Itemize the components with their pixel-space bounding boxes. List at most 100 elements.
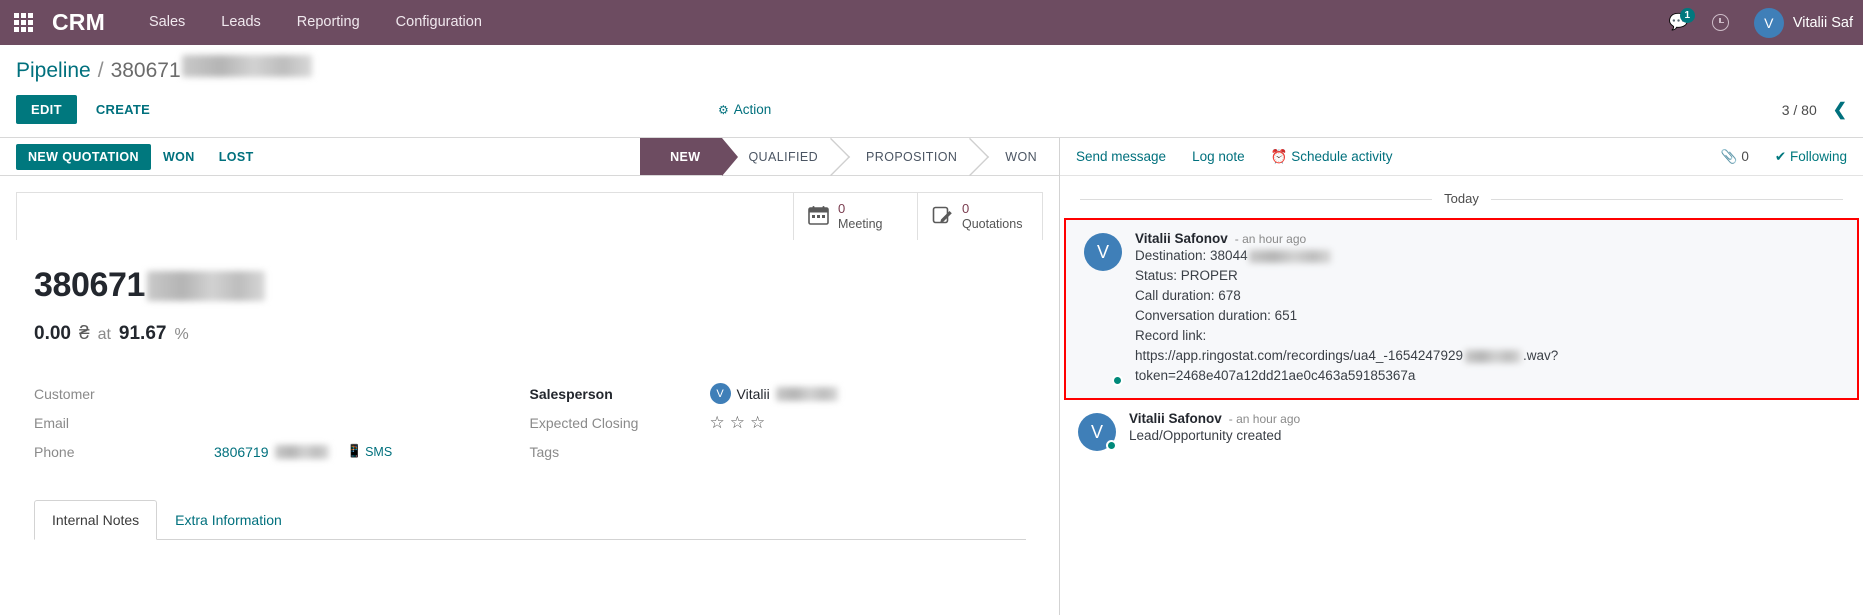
tab-internal-notes[interactable]: Internal Notes xyxy=(34,500,158,540)
chatter-pane: Send message Log note ⏰ Schedule activit… xyxy=(1060,138,1863,615)
message-line-conversation-duration: Conversation duration: 651 xyxy=(1135,308,1298,323)
message-author: Vitalii Safonov xyxy=(1129,411,1222,426)
calendar-icon xyxy=(808,205,829,229)
messages-button[interactable]: 💬 1 xyxy=(1658,0,1700,45)
breadcrumb-current: 380671 xyxy=(110,59,181,82)
currency-symbol: ₴ xyxy=(78,323,90,344)
field-salesperson: Salesperson V Vitalii xyxy=(530,379,1026,408)
field-tags-label: Tags xyxy=(529,443,560,460)
at-word: at xyxy=(97,326,111,343)
create-button[interactable]: CREATE xyxy=(83,95,163,124)
probability-value: 91.67 xyxy=(118,323,167,344)
message-timestamp: - an hour ago xyxy=(1228,412,1301,426)
record-amount-row: 0.00 ₴ at 91.67 % xyxy=(34,323,1025,345)
smart-button-quotations-value: 0 xyxy=(962,201,970,217)
breadcrumb-pipeline[interactable]: Pipeline xyxy=(16,59,91,83)
schedule-activity-button[interactable]: ⏰ Schedule activity xyxy=(1271,149,1393,165)
check-icon: ✔ xyxy=(1774,148,1787,164)
sms-link[interactable]: 📱 SMS xyxy=(347,444,393,459)
attachment-button[interactable]: 📎 0 xyxy=(1721,149,1749,165)
star-icon-2[interactable]: ☆ xyxy=(730,413,745,433)
field-customer-label: Customer xyxy=(34,385,95,402)
send-message-button[interactable]: Send message xyxy=(1076,149,1166,164)
record-url-part1: https://app.ringostat.com/recordings/ua4… xyxy=(1135,348,1463,363)
field-tags: Tags xyxy=(530,437,1026,466)
smart-button-meeting[interactable]: 0 Meeting xyxy=(794,193,918,240)
redacted-breadcrumb-region xyxy=(181,55,312,77)
message-record-url-line-1[interactable]: https://app.ringostat.com/recordings/ua4… xyxy=(1135,346,1841,366)
status-button-new-quotation[interactable]: NEW QUOTATION xyxy=(16,143,151,170)
message-content: Vitalii Safonov - an hour ago Destinatio… xyxy=(1135,231,1841,386)
statusbar: NEW QUOTATION WON LOST NEW QUALIFIED PRO… xyxy=(0,138,1059,176)
clock-icon xyxy=(1712,14,1730,31)
action-menu[interactable]: ⚙ Action xyxy=(718,102,771,117)
schedule-activity-label: Schedule activity xyxy=(1291,148,1393,164)
menu-configuration[interactable]: Configuration xyxy=(378,0,500,45)
record-body: 380671 0.00 ₴ at 91.67 % Customer Email xyxy=(0,240,1059,466)
message-record-url-line-2[interactable]: token=2468e407a12dd21ae0c463a59185367a xyxy=(1135,366,1841,386)
record-url-part2: .wav? xyxy=(1522,348,1559,363)
breadcrumb: Pipeline / 380671 xyxy=(16,45,1847,83)
chevron-left-icon[interactable]: ❮ xyxy=(1833,101,1847,118)
menu-sales[interactable]: Sales xyxy=(131,0,203,45)
menu-reporting[interactable]: Reporting xyxy=(279,0,378,45)
avatar: V xyxy=(1753,7,1784,38)
clock-icon: ⏰ xyxy=(1270,148,1288,164)
gear-icon: ⚙ xyxy=(718,102,729,117)
following-button[interactable]: ✔ Following xyxy=(1775,149,1847,165)
expected-revenue-value: 0.00 xyxy=(34,323,71,344)
day-separator-label: Today xyxy=(1432,191,1491,206)
smart-button-meeting-label: Meeting xyxy=(838,216,883,231)
menu-leads[interactable]: Leads xyxy=(203,0,279,45)
percent-symbol: % xyxy=(174,326,189,343)
field-phone: Phone 3806719 📱 SMS xyxy=(34,437,530,466)
edit-button[interactable]: EDIT xyxy=(16,95,77,124)
paperclip-icon: 📎 xyxy=(1720,148,1738,164)
stage-won[interactable]: WON xyxy=(979,138,1059,175)
stage-new[interactable]: NEW xyxy=(640,138,739,176)
field-expected-closing: Expected Closing ☆ ☆ ☆ xyxy=(530,408,1026,437)
message-timestamp: - an hour ago xyxy=(1234,232,1307,246)
chatter-toolbar: Send message Log note ⏰ Schedule activit… xyxy=(1060,138,1863,176)
sms-label: SMS xyxy=(365,444,393,459)
presence-online-icon xyxy=(1106,440,1117,451)
message-destination-text: Destination: 38044 xyxy=(1135,248,1248,263)
field-salesperson-value[interactable]: V Vitalii xyxy=(709,383,838,404)
status-button-lost[interactable]: LOST xyxy=(207,144,266,170)
presence-online-icon xyxy=(1112,375,1123,386)
field-salesperson-label: Salesperson xyxy=(529,385,613,402)
star-icon-3[interactable]: ☆ xyxy=(750,413,765,433)
quotation-icon xyxy=(932,205,953,229)
page-title: 380671 xyxy=(34,266,1025,305)
tab-extra-information[interactable]: Extra Information xyxy=(157,500,300,540)
star-icon-1[interactable]: ☆ xyxy=(710,413,725,433)
stage-qualified[interactable]: QUALIFIED xyxy=(722,138,840,175)
notebook-tabs: Internal Notes Extra Information xyxy=(34,500,1026,540)
field-email: Email xyxy=(34,408,530,437)
form-column-left: Customer Email Phone 3806719 📱 SMS xyxy=(34,379,530,466)
record-title-text: 380671 xyxy=(34,266,146,304)
smart-button-quotations[interactable]: 0 Quotations xyxy=(918,193,1042,240)
redacted-title-region xyxy=(147,270,266,301)
message-author: Vitalii Safonov xyxy=(1135,231,1228,246)
chatter-message: V Vitalii Safonov - an hour ago Destinat… xyxy=(1064,218,1859,400)
field-phone-label: Phone xyxy=(34,443,75,460)
message-avatar-wrap: V xyxy=(1078,411,1117,451)
priority-stars[interactable]: ☆ ☆ ☆ xyxy=(710,413,766,433)
field-phone-value[interactable]: 3806719 📱 SMS xyxy=(214,444,392,460)
apps-grid-icon[interactable] xyxy=(0,0,46,45)
redacted-phone-region xyxy=(274,444,329,459)
redacted-destination-region xyxy=(1248,249,1331,263)
message-line-body: Lead/Opportunity created xyxy=(1129,428,1282,443)
field-email-label: Email xyxy=(34,414,70,431)
activities-button[interactable] xyxy=(1700,0,1742,45)
smart-button-quotations-label: Quotations xyxy=(962,216,1023,231)
status-button-won[interactable]: WON xyxy=(151,144,207,170)
message-line-record-link-label: Record link: xyxy=(1135,328,1207,343)
breadcrumb-separator: / xyxy=(97,59,104,82)
attachment-count: 0 xyxy=(1741,148,1749,164)
user-menu[interactable]: V Vitalii Saf xyxy=(1742,0,1859,45)
stage-proposition[interactable]: PROPOSITION xyxy=(840,138,979,175)
log-note-button[interactable]: Log note xyxy=(1192,149,1245,164)
app-brand[interactable]: CRM xyxy=(52,9,105,36)
